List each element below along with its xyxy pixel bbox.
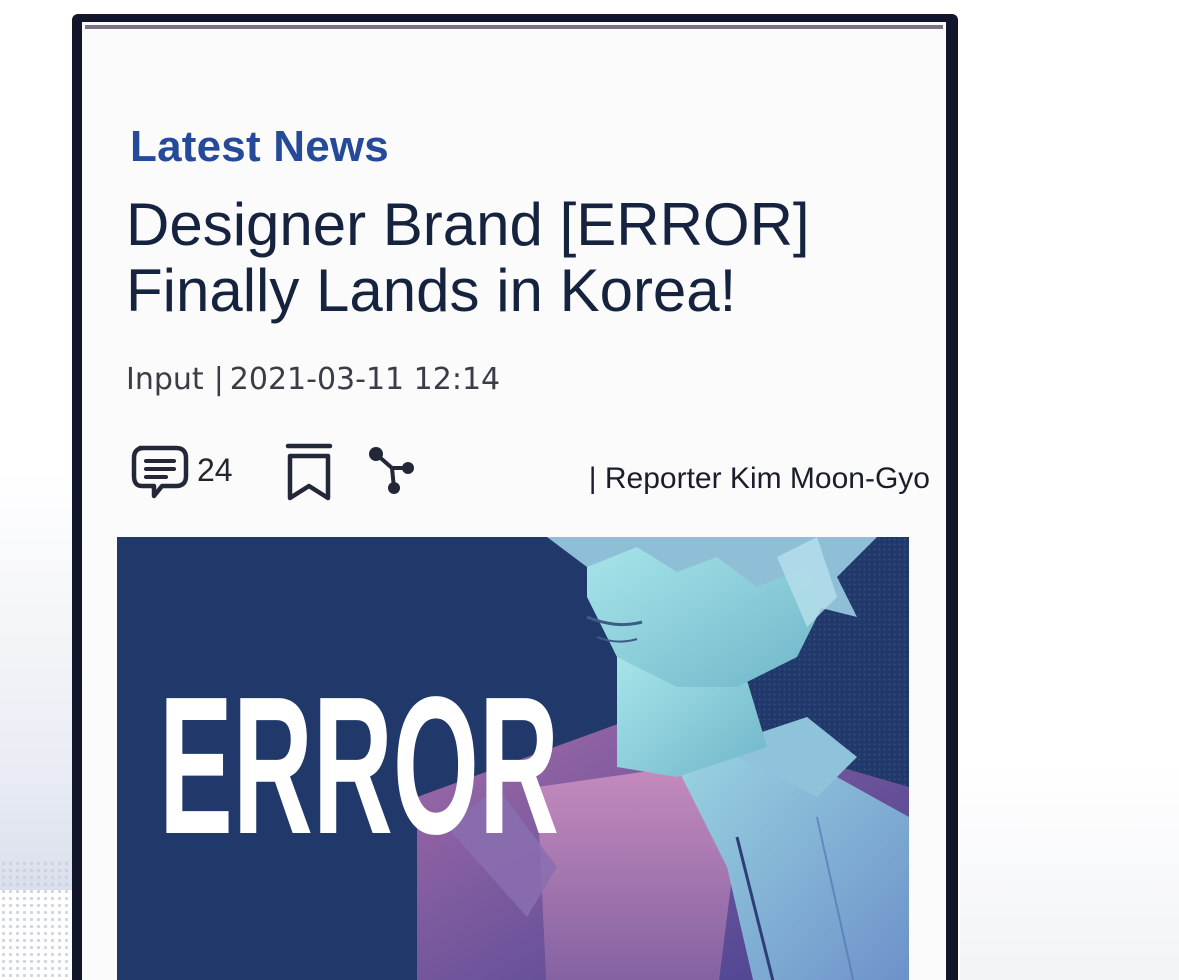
webtoon-panel: Latest News Designer Brand [ERROR] Final… <box>0 0 1179 980</box>
screen-top-bar <box>85 25 943 29</box>
reporter-byline[interactable]: | Reporter Kim Moon-Gyo <box>589 462 930 496</box>
background-haze-left <box>0 470 80 890</box>
share-icon <box>369 447 414 494</box>
share-button[interactable] <box>366 442 416 502</box>
background-haze-right <box>960 760 1179 980</box>
comment-count: 24 <box>197 452 233 488</box>
bookmark-button[interactable] <box>284 442 334 502</box>
headline-line-2: Finally Lands in Korea! <box>126 257 737 324</box>
comment-bubble-icon <box>131 445 189 499</box>
section-label[interactable]: Latest News <box>130 122 389 172</box>
hero-title-text: ERROR <box>159 656 559 875</box>
comment-button[interactable]: 24 <box>130 442 240 502</box>
article-meta: Input | 2021-03-11 12:14 <box>126 362 500 397</box>
phone-screen: Latest News Designer Brand [ERROR] Final… <box>82 22 946 980</box>
bookmark-icon <box>285 443 333 501</box>
article-headline: Designer Brand [ERROR] Finally Lands in … <box>126 192 926 324</box>
article-timestamp: 2021-03-11 12:14 <box>229 362 501 397</box>
article-hero-image[interactable]: ERROR <box>117 537 909 980</box>
meta-separator: | <box>213 362 224 397</box>
hero-illustration: ERROR <box>117 537 909 980</box>
phone-frame: Latest News Designer Brand [ERROR] Final… <box>72 14 958 980</box>
headline-line-1: Designer Brand [ERROR] <box>126 191 810 258</box>
input-label: Input <box>126 362 204 397</box>
background-halftone <box>0 860 76 980</box>
